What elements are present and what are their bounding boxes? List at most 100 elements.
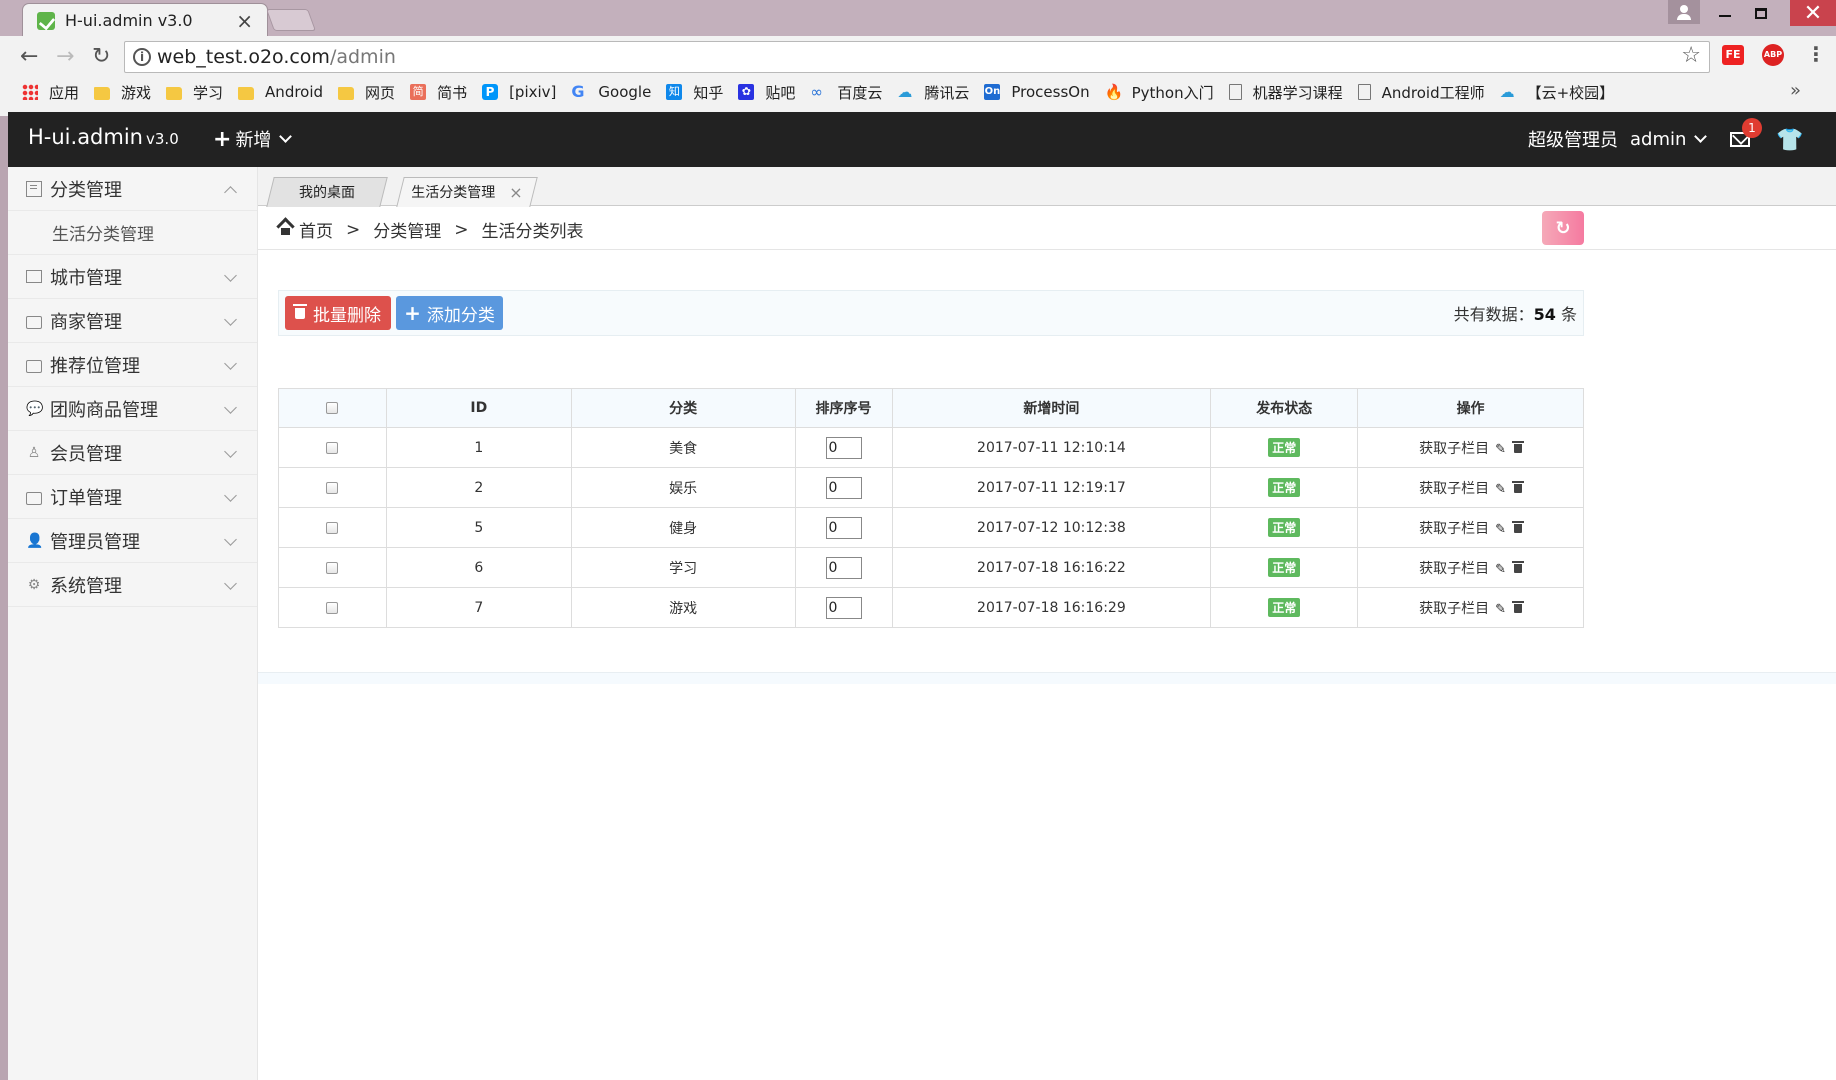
info-icon[interactable]: i (133, 48, 151, 66)
bookmark-zhihu[interactable]: 知知乎 (666, 82, 723, 103)
add-category-button[interactable]: + 添加分类 (396, 296, 503, 330)
bookmark-study[interactable]: 学习 (166, 82, 223, 103)
browser-tab[interactable]: H-ui.admin v3.0 × (22, 3, 268, 36)
get-subcategory-link[interactable]: 获取子栏目 (1419, 481, 1489, 497)
bookmark-google[interactable]: G Google (571, 83, 651, 101)
column-header-sort[interactable]: 排序序号 (794, 388, 893, 428)
cell-name: 学习 (570, 547, 796, 588)
sidebar-item-label: 系统管理 (50, 575, 122, 597)
sidebar-item-recommend[interactable]: 推荐位管理 (8, 343, 257, 387)
sidebar-item-system[interactable]: ⚙ 系统管理 (8, 563, 257, 607)
edit-pencil-icon[interactable]: ✎ (1495, 522, 1506, 537)
tab-life-category[interactable]: 生活分类管理 × (400, 177, 534, 207)
fe-extension-icon[interactable]: FE (1722, 45, 1744, 65)
theme-shirt-icon[interactable]: 👕 (1776, 128, 1803, 153)
sidebar-item-member[interactable]: ♙ 会员管理 (8, 431, 257, 475)
tab-close-icon[interactable]: × (236, 9, 253, 33)
bookmark-android-engineer[interactable]: Android工程师 (1357, 82, 1485, 103)
bookmark-games[interactable]: 游戏 (94, 82, 151, 103)
delete-trash-icon[interactable] (1512, 521, 1525, 533)
delete-trash-icon[interactable] (1512, 561, 1525, 573)
get-subcategory-link[interactable]: 获取子栏目 (1419, 561, 1489, 577)
sidebar-item-merchant[interactable]: 商家管理 (8, 299, 257, 343)
get-subcategory-link[interactable]: 获取子栏目 (1419, 521, 1489, 537)
new-dropdown-label: 新增 (235, 130, 272, 151)
close-icon[interactable]: × (509, 183, 522, 202)
bookmarks-more-icon[interactable]: » (1790, 80, 1801, 101)
column-header-time[interactable]: 新增时间 (891, 388, 1212, 428)
forward-arrow-icon[interactable]: → (56, 44, 74, 69)
bookmark-processon[interactable]: On ProcessOn (984, 83, 1090, 101)
refresh-button[interactable]: ↻ (1542, 211, 1584, 245)
bookmark-android[interactable]: Android (238, 83, 323, 101)
bookmark-webpages[interactable]: 网页 (338, 82, 395, 103)
select-all-checkbox[interactable] (326, 402, 339, 414)
bookmark-jianshu[interactable]: 简简书 (410, 82, 467, 103)
row-checkbox[interactable] (326, 601, 339, 614)
table-row: 2 娱乐 2017-07-11 12:19:17 正常 获取子栏目 ✎ (278, 467, 1584, 508)
sidebar-item-label: 管理员管理 (50, 531, 140, 553)
plus-icon: + (213, 126, 232, 152)
bookmark-ml-course[interactable]: 机器学习课程 (1228, 82, 1343, 103)
app-logo[interactable]: H-ui.admin (28, 125, 143, 149)
profile-icon[interactable] (1668, 0, 1700, 24)
browser-menu-icon[interactable]: ⋮ (1806, 42, 1826, 66)
folder-icon (94, 87, 111, 100)
bookmark-star-icon[interactable]: ☆ (1681, 43, 1701, 68)
close-window-button[interactable]: ✕ (1790, 0, 1836, 26)
user-dropdown[interactable]: 超级管理员 admin (1528, 126, 1708, 152)
bookmark-apps[interactable]: 应用 (22, 82, 79, 103)
row-checkbox[interactable] (326, 521, 339, 534)
bookmark-cloud-campus[interactable]: ☁ 【云+校园】 (1500, 82, 1615, 103)
address-bar[interactable]: i web_test.o2o.com/admin ☆ (124, 41, 1710, 73)
sidebar-item-order[interactable]: 订单管理 (8, 475, 257, 519)
breadcrumb-home[interactable]: 首页 (299, 217, 333, 242)
back-arrow-icon[interactable]: ← (20, 44, 38, 69)
edit-pencil-icon[interactable]: ✎ (1495, 482, 1506, 497)
column-header-status[interactable]: 发布状态 (1210, 388, 1359, 428)
row-checkbox[interactable] (326, 561, 339, 574)
get-subcategory-link[interactable]: 获取子栏目 (1419, 601, 1489, 617)
breadcrumb-separator: > (346, 219, 361, 240)
browser-toolbar: ← → ↻ i web_test.o2o.com/admin ☆ FE ABP … (0, 36, 1836, 116)
url-text[interactable]: web_test.o2o.com/admin (157, 46, 396, 68)
new-tab-button[interactable] (265, 9, 317, 31)
sidebar-subitem-life-category[interactable]: 生活分类管理 (8, 211, 257, 255)
sidebar-item-city[interactable]: 城市管理 (8, 255, 257, 299)
sort-order-input[interactable] (825, 516, 862, 539)
maximize-button[interactable] (1738, 0, 1784, 26)
delete-trash-icon[interactable] (1512, 441, 1525, 453)
folder-icon (166, 87, 183, 100)
bookmark-pixiv[interactable]: P [pixiv] (482, 83, 556, 101)
batch-delete-button[interactable]: 批量删除 (285, 296, 391, 330)
sort-order-input[interactable] (825, 436, 862, 459)
sort-order-input[interactable] (825, 476, 862, 499)
sidebar-item-groupbuy[interactable]: 💬 团购商品管理 (8, 387, 257, 431)
tab-my-desktop[interactable]: 我的桌面 (270, 177, 384, 207)
get-subcategory-link[interactable]: 获取子栏目 (1419, 441, 1489, 457)
reload-icon[interactable]: ↻ (92, 44, 110, 69)
row-checkbox[interactable] (326, 441, 339, 454)
sort-order-input[interactable] (825, 596, 862, 619)
sort-order-input[interactable] (825, 556, 862, 579)
bookmark-tieba[interactable]: ✿ 贴吧 (738, 82, 795, 103)
bookmark-python[interactable]: 🔥 Python入门 (1105, 82, 1214, 103)
delete-trash-icon[interactable] (1512, 601, 1525, 613)
edit-pencil-icon[interactable]: ✎ (1495, 602, 1506, 617)
edit-pencil-icon[interactable]: ✎ (1495, 562, 1506, 577)
edit-pencil-icon[interactable]: ✎ (1495, 442, 1506, 457)
delete-trash-icon[interactable] (1512, 481, 1525, 493)
sidebar-item-category[interactable]: 分类管理 (8, 167, 257, 211)
column-header-id[interactable]: ID (385, 388, 572, 428)
sidebar-item-label: 城市管理 (50, 267, 122, 289)
row-checkbox[interactable] (326, 481, 339, 494)
category-table: ID 分类 排序序号 新增时间 发布状态 操作 1 美食 2017-07-1 (278, 388, 1584, 628)
sidebar-item-admin[interactable]: 👤 管理员管理 (8, 519, 257, 563)
new-dropdown[interactable]: + 新增 (213, 126, 293, 152)
chevron-down-icon (224, 313, 237, 326)
bookmark-tencent-cloud[interactable]: ☁ 腾讯云 (897, 82, 969, 103)
breadcrumb-category[interactable]: 分类管理 (373, 217, 441, 242)
adblock-extension-icon[interactable]: ABP (1762, 44, 1784, 66)
bookmark-baiduyun[interactable]: ∞ 百度云 (810, 82, 882, 103)
column-header-name[interactable]: 分类 (570, 388, 796, 428)
